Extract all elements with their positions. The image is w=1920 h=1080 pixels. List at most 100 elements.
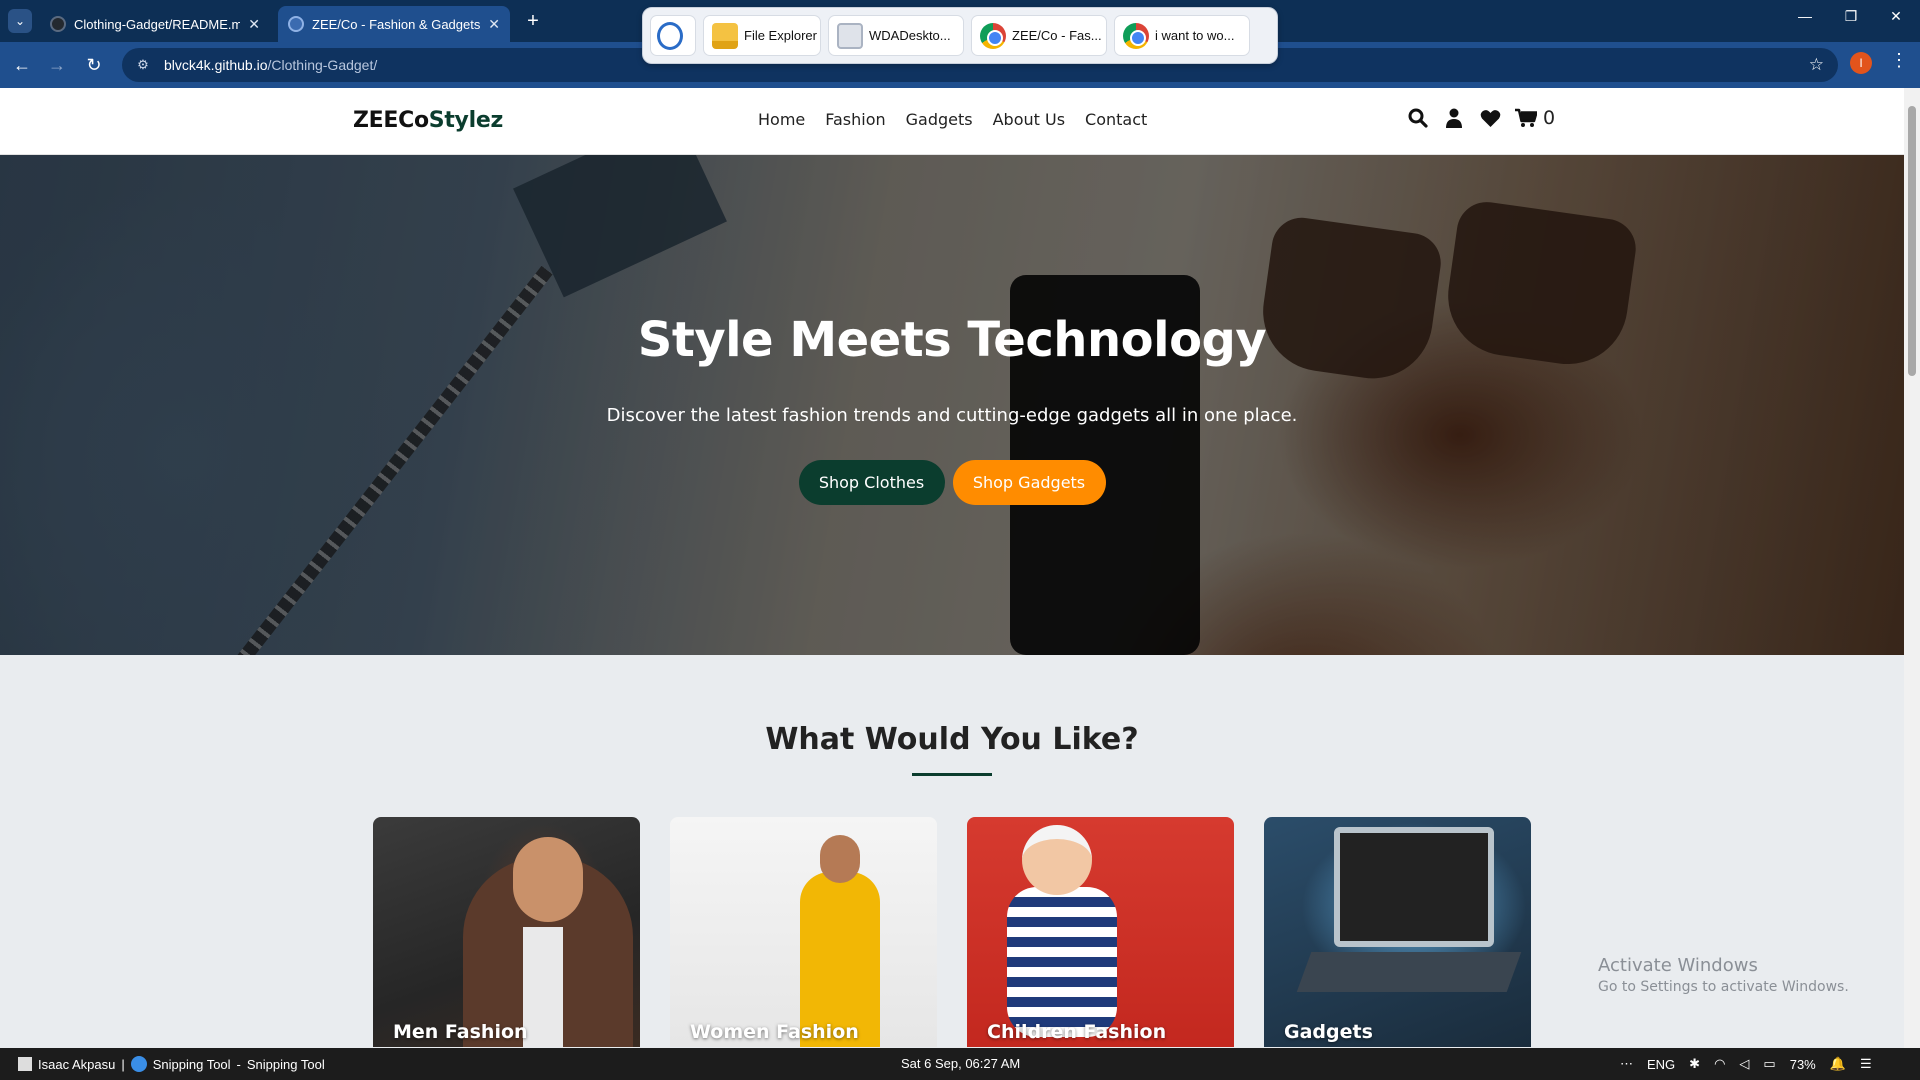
taskbar-user[interactable]: Isaac Akpasu	[38, 1057, 115, 1072]
language-indicator[interactable]: ENG	[1647, 1057, 1675, 1072]
snipping-tool-icon	[130, 1056, 147, 1072]
snap-label: WDADeskto...	[869, 28, 951, 43]
battery-percent: 73%	[1789, 1056, 1816, 1072]
nav-gadgets[interactable]: Gadgets	[906, 110, 973, 129]
chrome-icon	[980, 22, 1006, 49]
wifi-icon[interactable]: ◠	[1714, 1056, 1725, 1072]
category-label: Gadgets	[1284, 1021, 1373, 1043]
tab-readme[interactable]: Clothing-Gadget/README.md a ✕	[40, 6, 270, 42]
taskbar-app-title: Snipping Tool	[246, 1056, 325, 1072]
nav-about-us[interactable]: About Us	[993, 110, 1065, 129]
category-cards: Men Fashion Women Fashion Children Fashi…	[373, 817, 1531, 1047]
snap-label: File Explorer	[744, 28, 817, 43]
snap-label: i want to wo...	[1155, 28, 1235, 43]
heart-icon[interactable]	[1479, 106, 1501, 130]
watermark-line2: Go to Settings to activate Windows.	[1598, 979, 1849, 995]
chrome-icon	[1123, 22, 1149, 49]
volume-icon[interactable]: ◁	[1739, 1056, 1749, 1072]
category-label: Children Fashion	[987, 1021, 1167, 1043]
more-icon[interactable]: ⋯	[1620, 1056, 1633, 1072]
separator-dash: -	[236, 1056, 241, 1072]
tab-title: ZEE/Co - Fashion & Gadgets St	[312, 16, 481, 32]
shop-gadgets-button[interactable]: Shop Gadgets	[952, 460, 1106, 505]
snap-label: ZEE/Co - Fas...	[1012, 28, 1102, 43]
snap-group-popup: File Explorer WDADeskto... ZEE/Co - Fas.…	[642, 7, 1278, 64]
logo-main: ZEECo	[353, 108, 429, 133]
github-icon	[50, 16, 66, 32]
url-path: /Clothing-Gadget/	[267, 57, 378, 73]
notification-icon[interactable]: 🔔	[1830, 1056, 1846, 1072]
site-header: ZEECoStylez Home Fashion Gadgets About U…	[0, 88, 1904, 155]
profile-avatar[interactable]: I	[1850, 52, 1872, 74]
battery-icon[interactable]: ▭	[1763, 1056, 1775, 1072]
separator: |	[121, 1056, 125, 1072]
url-host: blvck4k.github.io	[164, 57, 268, 73]
category-card-gadgets[interactable]: Gadgets	[1264, 817, 1531, 1047]
nav-home[interactable]: Home	[758, 110, 805, 129]
header-actions: 0	[1407, 106, 1555, 130]
scrollbar-thumb[interactable]	[1908, 106, 1916, 376]
hero-subtitle: Discover the latest fashion trends and c…	[606, 405, 1298, 426]
search-icon[interactable]	[1407, 106, 1429, 130]
quick-settings-icon[interactable]: ☰	[1860, 1056, 1872, 1072]
hero-buttons: Shop Clothes Shop Gadgets	[0, 460, 1904, 505]
hero-title: Style Meets Technology	[637, 312, 1267, 368]
close-icon[interactable]: ✕	[248, 16, 260, 33]
taskbar-clock[interactable]: Sat 6 Sep, 06:27 AM	[901, 1056, 1020, 1071]
snap-item-chrome2[interactable]: i want to wo...	[1114, 15, 1250, 56]
back-arrow-icon[interactable]: ←	[10, 53, 34, 77]
snap-item-file-explorer[interactable]: File Explorer	[703, 15, 821, 56]
snap-item-wda[interactable]: WDADeskto...	[828, 15, 964, 56]
close-icon[interactable]: ✕	[488, 16, 500, 33]
nav-contact[interactable]: Contact	[1085, 110, 1147, 129]
keyboard-shape	[1296, 952, 1522, 992]
category-label: Men Fashion	[393, 1021, 528, 1043]
close-window-button[interactable]: ✕	[1876, 8, 1916, 25]
nav-fashion[interactable]: Fashion	[825, 110, 885, 129]
shop-clothes-button[interactable]: Shop Clothes	[798, 460, 945, 505]
page-scrollbar[interactable]	[1904, 88, 1920, 1048]
browser-menu-icon[interactable]: ⋮	[1890, 50, 1908, 71]
new-tab-button[interactable]: +	[520, 8, 546, 34]
user-icon[interactable]	[1443, 106, 1465, 130]
main-nav: Home Fashion Gadgets About Us Contact	[758, 110, 1147, 129]
tab-title: Clothing-Gadget/README.md a	[74, 16, 241, 32]
head-shape	[513, 837, 583, 922]
bookmark-star-icon[interactable]: ☆	[1809, 55, 1824, 75]
category-card-women[interactable]: Women Fashion	[670, 817, 937, 1047]
title-underline	[912, 773, 992, 776]
tab-search-chevron-icon[interactable]: ⌄	[8, 9, 32, 33]
bluetooth-icon[interactable]: ✱	[1689, 1056, 1700, 1072]
tab-zeeco[interactable]: ZEE/Co - Fashion & Gadgets St ✕	[278, 6, 510, 42]
category-card-children[interactable]: Children Fashion	[967, 817, 1234, 1047]
minimize-button[interactable]: —	[1785, 8, 1825, 24]
head-shape	[1022, 825, 1092, 895]
activate-windows-watermark: Activate Windows Go to Settings to activ…	[1598, 955, 1849, 995]
taskbar-left: Isaac Akpasu | Snipping Tool - Snipping …	[18, 1056, 325, 1072]
taskbar-app[interactable]: Snipping Tool	[153, 1057, 231, 1072]
system-tray: ⋯ ENG ✱ ◠ ◁ ▭ 73% 🔔 ☰	[1620, 1056, 1872, 1072]
hero-banner: Style Meets Technology Discover the late…	[0, 155, 1904, 655]
restore-button[interactable]: ❐	[1831, 8, 1871, 25]
cart-icon[interactable]	[1515, 106, 1537, 130]
windows-taskbar: Isaac Akpasu | Snipping Tool - Snipping …	[0, 1048, 1920, 1080]
category-label: Women Fashion	[690, 1021, 859, 1043]
snap-item-zeeco[interactable]: ZEE/Co - Fas...	[971, 15, 1107, 56]
head-shape	[820, 835, 860, 883]
folder-icon	[712, 22, 738, 49]
desktop-icon	[837, 22, 863, 49]
snap-item-edge[interactable]	[650, 15, 696, 56]
user-avatar-icon	[18, 1057, 32, 1071]
reload-icon[interactable]: ↻	[82, 53, 106, 77]
child-image	[1007, 887, 1117, 1037]
categories-title: What Would You Like?	[765, 722, 1139, 757]
app-ring-icon	[657, 21, 683, 50]
forward-arrow-icon[interactable]: →	[45, 53, 69, 77]
category-card-men[interactable]: Men Fashion	[373, 817, 640, 1047]
site-info-icon[interactable]: ⚙	[134, 56, 152, 74]
watermark-line1: Activate Windows	[1598, 955, 1758, 976]
globe-icon	[288, 16, 304, 32]
laptop-image	[1334, 827, 1494, 947]
site-logo[interactable]: ZEECoStylez	[353, 108, 503, 133]
logo-accent: Stylez	[428, 108, 503, 133]
